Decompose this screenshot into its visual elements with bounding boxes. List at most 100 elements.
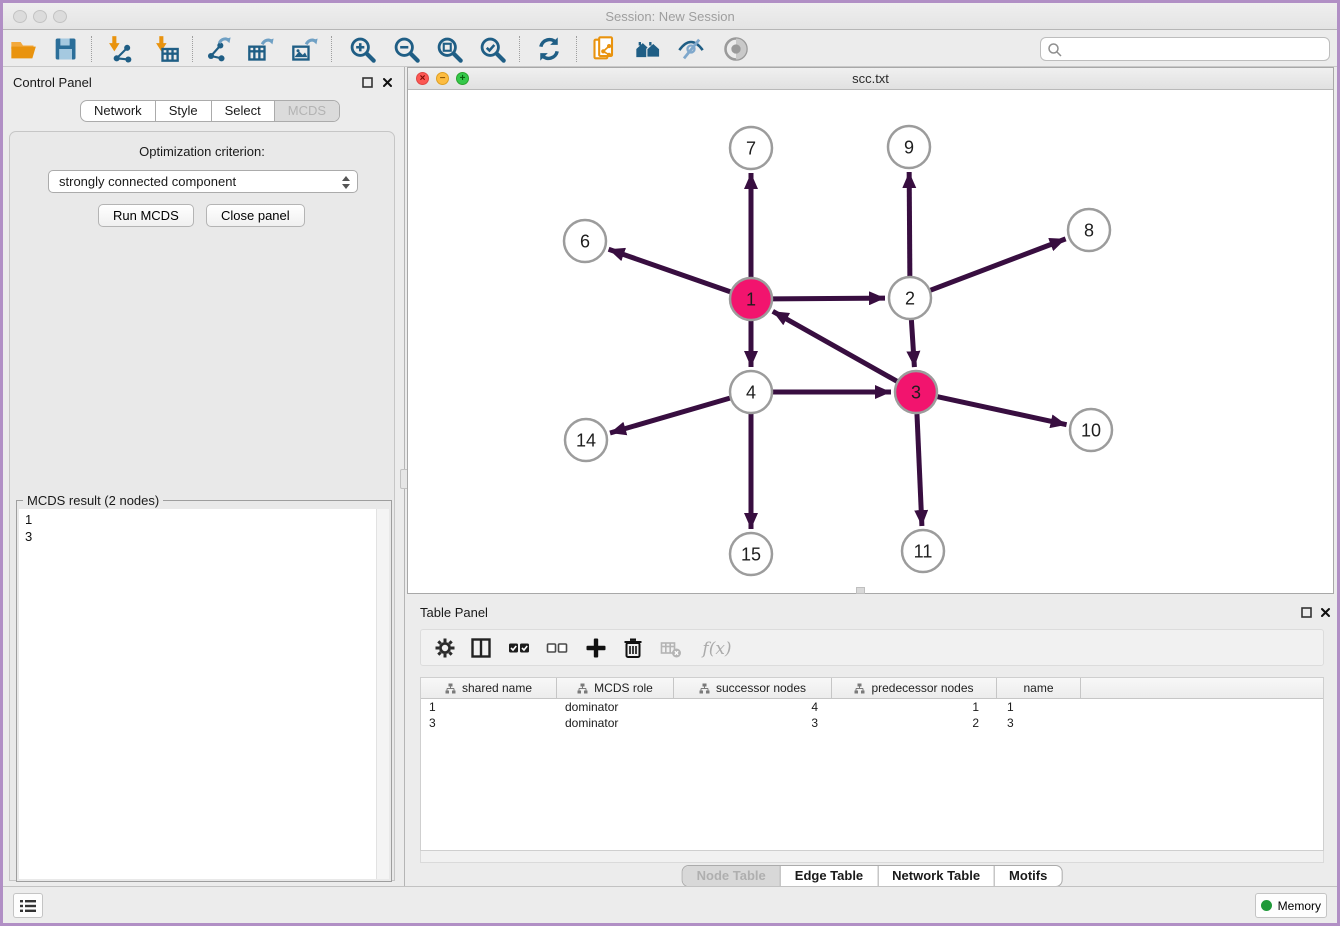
cell-successor-nodes: 3	[674, 715, 832, 731]
mcds-result-item: 3	[19, 528, 389, 545]
show-all-button[interactable]	[722, 35, 750, 63]
save-icon	[51, 35, 79, 63]
graph-edge-1-2[interactable]	[773, 298, 885, 299]
delete-table-button[interactable]	[659, 637, 683, 661]
graph-node-label-4: 4	[746, 382, 756, 402]
memory-label: Memory	[1278, 899, 1321, 913]
graph-node-label-9: 9	[904, 137, 914, 157]
table-panel-close-button[interactable]	[1319, 606, 1331, 618]
run-mcds-button[interactable]: Run MCDS	[98, 204, 194, 227]
graph-node-label-1: 1	[746, 289, 756, 309]
control-panel-close-button[interactable]	[381, 76, 393, 88]
control-panel-title: Control Panel	[13, 75, 92, 90]
graph-edge-4-14[interactable]	[610, 398, 730, 433]
table-horizontal-scrollbar[interactable]	[420, 851, 1324, 863]
column-header-name[interactable]: name	[997, 678, 1081, 698]
graph-edge-3-11[interactable]	[917, 414, 922, 526]
network-window-title: scc.txt	[408, 71, 1333, 86]
clone-network-button[interactable]	[591, 35, 619, 63]
table-settings-button[interactable]	[433, 637, 457, 661]
graph-node-label-3: 3	[911, 382, 921, 402]
import-network-button[interactable]	[105, 35, 133, 63]
optimization-select[interactable]: strongly connected component	[48, 170, 358, 193]
cell-shared-name: 3	[421, 715, 557, 731]
zoom-selected-button[interactable]	[478, 35, 506, 63]
tab-mcds[interactable]: MCDS	[274, 101, 339, 121]
graph-edge-2-9[interactable]	[909, 172, 910, 276]
close-panel-button[interactable]: Close panel	[206, 204, 305, 227]
table-row[interactable]: 1 dominator 4 1 1	[421, 699, 1323, 715]
graph-node-label-11: 11	[914, 541, 933, 561]
export-image-icon	[291, 35, 319, 63]
window-title: Session: New Session	[3, 9, 1337, 24]
apply-layout-button[interactable]	[535, 35, 563, 63]
import-table-button[interactable]	[152, 35, 180, 63]
graph-edge-2-3[interactable]	[911, 320, 914, 367]
table-row[interactable]: 3 dominator 3 2 3	[421, 715, 1323, 731]
network-canvas[interactable]: 7968124314101511	[408, 90, 1333, 593]
graph-node-label-8: 8	[1084, 220, 1094, 240]
mcds-result-legend: MCDS result (2 nodes)	[23, 493, 163, 508]
tab-style[interactable]: Style	[155, 101, 211, 121]
checked-boxes-icon	[508, 637, 530, 659]
table-panel-float-button[interactable]	[1300, 606, 1312, 618]
columns-icon	[470, 637, 492, 659]
optimization-criterion-label: Optimization criterion:	[10, 144, 394, 159]
zoom-in-button[interactable]	[348, 35, 376, 63]
save-session-button[interactable]	[51, 35, 79, 63]
column-header-mcds-role[interactable]: MCDS role	[557, 678, 674, 698]
graph-node-label-10: 10	[1081, 420, 1101, 440]
deselect-all-button[interactable]	[545, 637, 569, 661]
column-layout-button[interactable]	[469, 637, 493, 661]
column-label: MCDS role	[594, 681, 653, 695]
network-graph[interactable]: 7968124314101511	[408, 90, 1333, 593]
tab-network[interactable]: Network	[81, 101, 155, 121]
gear-icon	[434, 637, 456, 659]
zoom-fit-button[interactable]	[435, 35, 463, 63]
tab-motifs[interactable]: Motifs	[994, 866, 1061, 886]
tab-edge-table[interactable]: Edge Table	[780, 866, 877, 886]
graph-node-label-7: 7	[746, 138, 756, 158]
tab-node-table[interactable]: Node Table	[683, 866, 780, 886]
task-history-button[interactable]	[13, 893, 43, 918]
hide-selected-button[interactable]	[677, 35, 705, 63]
optimization-select-value: strongly connected component	[59, 174, 236, 189]
function-builder-button[interactable]: f(x)	[697, 637, 737, 661]
search-input[interactable]	[1067, 40, 1325, 58]
tab-select[interactable]: Select	[211, 101, 274, 121]
graph-edge-2-8[interactable]	[931, 239, 1066, 290]
toolbar-separator	[519, 36, 520, 62]
column-header-predecessor-nodes[interactable]: predecessor nodes	[832, 678, 997, 698]
zoom-in-icon	[348, 35, 376, 63]
graph-node-label-15: 15	[741, 544, 761, 564]
mcds-result-list: 1 3	[19, 509, 389, 879]
column-header-shared-name[interactable]: shared name	[421, 678, 557, 698]
zoom-out-icon	[392, 35, 420, 63]
graph-edge-3-1[interactable]	[773, 311, 897, 381]
delete-column-button[interactable]	[621, 637, 645, 661]
zoom-selected-icon	[478, 35, 506, 63]
export-image-button[interactable]	[291, 35, 319, 63]
network-resize-handle[interactable]	[856, 587, 865, 594]
first-neighbors-button[interactable]	[634, 35, 662, 63]
memory-button[interactable]: Memory	[1255, 893, 1327, 918]
tab-network-table[interactable]: Network Table	[877, 866, 994, 886]
main-area: Control Panel Network Style Select MCDS …	[3, 67, 1337, 886]
cell-successor-nodes: 4	[674, 699, 832, 715]
add-column-button[interactable]	[584, 637, 608, 661]
zoom-out-button[interactable]	[392, 35, 420, 63]
cell-name: 3	[997, 715, 1081, 731]
application-window: Session: New Session	[0, 0, 1340, 926]
result-scrollbar[interactable]	[376, 509, 389, 879]
export-network-button[interactable]	[204, 35, 232, 63]
network-window: × − + scc.txt 7968124314101511	[407, 67, 1334, 594]
mcds-result-item: 1	[19, 509, 389, 528]
graph-edge-3-10[interactable]	[937, 397, 1066, 425]
export-table-button[interactable]	[247, 35, 275, 63]
select-all-button[interactable]	[507, 637, 531, 661]
control-panel-float-button[interactable]	[361, 76, 373, 88]
cell-mcds-role: dominator	[557, 699, 674, 715]
open-session-button[interactable]	[9, 35, 37, 63]
column-header-successor-nodes[interactable]: successor nodes	[674, 678, 832, 698]
graph-edge-1-6[interactable]	[609, 249, 731, 291]
